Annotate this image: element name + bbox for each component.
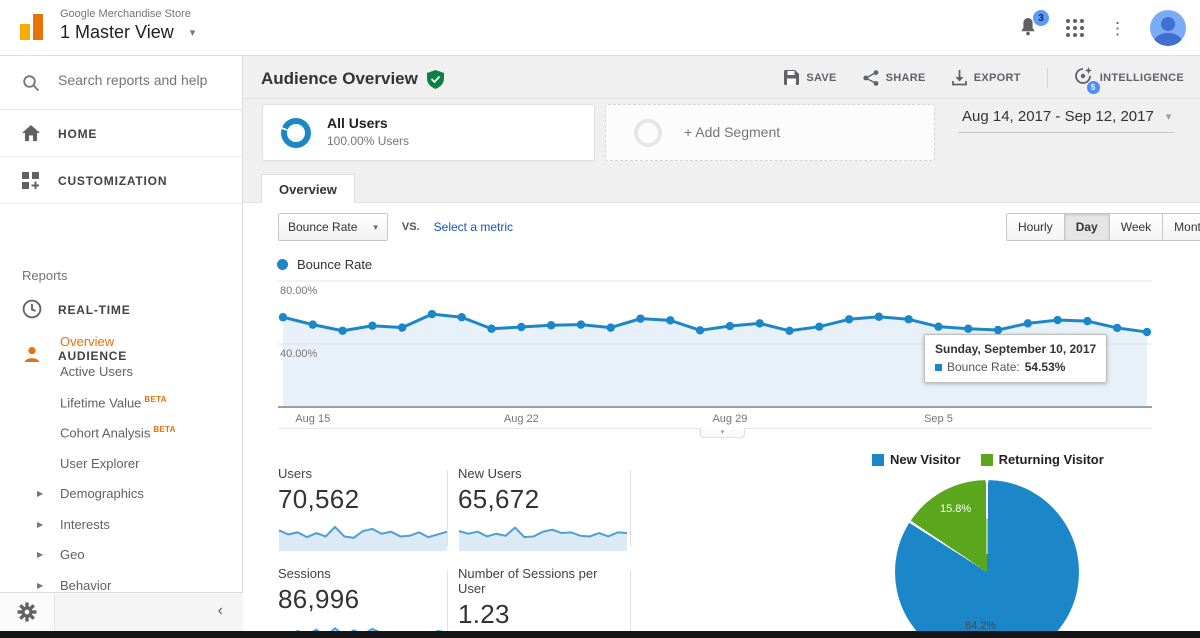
sidebar-item-interests[interactable]: ▶ Interests [0, 511, 242, 539]
empty-donut-icon [634, 119, 662, 147]
analytics-app: Google Merchandise Store 1 Master View ▾… [0, 0, 1200, 638]
segment-all-users[interactable]: All Users 100.00% Users [262, 104, 595, 161]
granularity-hourly-button[interactable]: Hourly [1006, 213, 1065, 241]
chart-legend: Bounce Rate [277, 257, 372, 272]
chevron-down-icon: ▾ [1166, 110, 1172, 123]
verified-shield-icon [427, 70, 444, 89]
metric-card-sessions[interactable]: Sessions 86,996 [278, 566, 448, 638]
select-metric-link[interactable]: Select a metric [434, 220, 513, 234]
notifications-button[interactable]: 3 [1017, 16, 1041, 40]
legend-new-visitor[interactable]: New Visitor [872, 452, 961, 467]
sidebar-item-user-explorer[interactable]: User Explorer [0, 450, 242, 478]
beta-badge: BETA [144, 395, 166, 404]
home-icon [22, 125, 40, 142]
sidebar-item-active-users[interactable]: Active Users [0, 358, 242, 386]
more-options-icon[interactable]: ⋮ [1109, 20, 1126, 37]
granularity-month-button[interactable]: Month [1162, 213, 1200, 241]
chevron-down-icon: ▾ [721, 429, 725, 436]
customization-icon [22, 172, 39, 189]
returning-visitor-swatch [981, 454, 993, 466]
search-icon [22, 74, 40, 92]
sidebar-item-customization[interactable]: CUSTOMIZATION [0, 157, 242, 204]
chevron-down-icon: ▾ [190, 26, 196, 39]
new-visitor-swatch [872, 454, 884, 466]
expand-arrow-icon: ▶ [37, 489, 43, 498]
toolbar-divider [1047, 68, 1048, 88]
search-input[interactable] [58, 72, 228, 88]
analytics-logo-icon[interactable] [18, 13, 48, 41]
sidebar-item-overview[interactable]: Overview [0, 328, 242, 356]
pie-legend: New Visitor Returning Visitor [872, 452, 1104, 467]
sidebar-item-lifetime-value[interactable]: Lifetime ValueBETA [0, 389, 242, 417]
metric-card-sessions-per-user[interactable]: Number of Sessions per User 1.23 [458, 566, 628, 638]
x-axis-tick: Aug 15 [295, 413, 330, 425]
y-axis-tick: 40.00% [280, 348, 317, 360]
collapse-chart-tab[interactable]: ▾ [700, 428, 745, 438]
report-toolbar: Audience Overview SAVE [243, 56, 1200, 99]
expand-arrow-icon: ▶ [37, 550, 43, 559]
card-divider [630, 570, 631, 631]
expand-arrow-icon: ▶ [37, 581, 43, 590]
screen-bottom-strip [0, 631, 1200, 638]
x-axis-tick: Aug 22 [504, 413, 539, 425]
avatar[interactable] [1150, 10, 1186, 46]
tooltip-series-swatch [935, 364, 942, 371]
date-range-selector[interactable]: Aug 14, 2017 - Sep 12, 2017 ▾ [958, 108, 1175, 133]
sidebar-item-geo[interactable]: ▶ Geo [0, 541, 242, 569]
share-icon [863, 70, 879, 86]
apps-grid-icon[interactable] [1065, 18, 1085, 38]
granularity-week-button[interactable]: Week [1109, 213, 1163, 241]
expand-arrow-icon: ▶ [37, 520, 43, 529]
intelligence-badge: 5 [1087, 81, 1100, 94]
sidebar-item-realtime[interactable]: REAL-TIME [0, 294, 242, 324]
beta-badge: BETA [153, 425, 175, 434]
save-icon [784, 70, 799, 85]
chevron-down-icon: ▾ [373, 222, 378, 233]
save-button[interactable]: SAVE [784, 70, 836, 85]
admin-button[interactable] [0, 593, 55, 631]
card-divider [447, 470, 448, 546]
chart-tooltip: Sunday, September 10, 2017 Bounce Rate: … [924, 334, 1107, 383]
sidebar-item-demographics[interactable]: ▶ Demographics [0, 480, 242, 508]
metric-card-new-users[interactable]: New Users 65,672 [458, 466, 628, 552]
metric-select-dropdown[interactable]: Bounce Rate ▾ [278, 213, 388, 241]
granularity-day-button[interactable]: Day [1064, 213, 1110, 241]
sidebar-bottom-bar: ‹ [0, 592, 243, 631]
clock-icon [22, 299, 42, 319]
add-segment-button[interactable]: + Add Segment [605, 104, 935, 161]
metric-card-users[interactable]: Users 70,562 [278, 466, 448, 552]
vs-label: VS. [402, 221, 420, 233]
x-axis-tick: Aug 29 [712, 413, 747, 425]
export-button[interactable]: EXPORT [952, 70, 1021, 86]
view-selector[interactable]: 1 Master View ▾ [60, 22, 195, 43]
segment-donut-icon [281, 118, 311, 148]
account-name: Google Merchandise Store [60, 8, 191, 20]
tab-overview[interactable]: Overview [261, 174, 355, 203]
legend-dot-icon [277, 259, 288, 270]
new-users-sparkline [458, 518, 628, 552]
y-axis-tick: 80.00% [280, 285, 317, 297]
sidebar-item-cohort-analysis[interactable]: Cohort AnalysisBETA [0, 419, 242, 447]
notification-count-badge: 3 [1033, 10, 1049, 26]
sidebar: HOME CUSTOMIZATION Reports REAL-TIME [0, 56, 243, 638]
reports-section-label: Reports [22, 268, 68, 283]
x-axis-tick: Sep 5 [924, 413, 953, 425]
granularity-switcher: Hourly Day Week Month [1006, 213, 1200, 241]
gear-icon [17, 602, 37, 622]
users-sparkline [278, 518, 448, 552]
legend-returning-visitor[interactable]: Returning Visitor [981, 452, 1104, 467]
search-row [0, 56, 242, 110]
card-divider [447, 570, 448, 631]
download-icon [952, 70, 967, 86]
intelligence-button[interactable]: 5 INTELLIGENCE [1074, 67, 1184, 88]
share-button[interactable]: SHARE [863, 70, 926, 86]
sidebar-item-home[interactable]: HOME [0, 110, 242, 157]
page-title: Audience Overview [261, 69, 444, 89]
pie-slice-label: 15.8% [940, 503, 971, 515]
top-header-bar: Google Merchandise Store 1 Master View ▾… [0, 0, 1200, 56]
collapse-sidebar-button[interactable]: ‹ [218, 602, 223, 620]
card-divider [630, 470, 631, 546]
